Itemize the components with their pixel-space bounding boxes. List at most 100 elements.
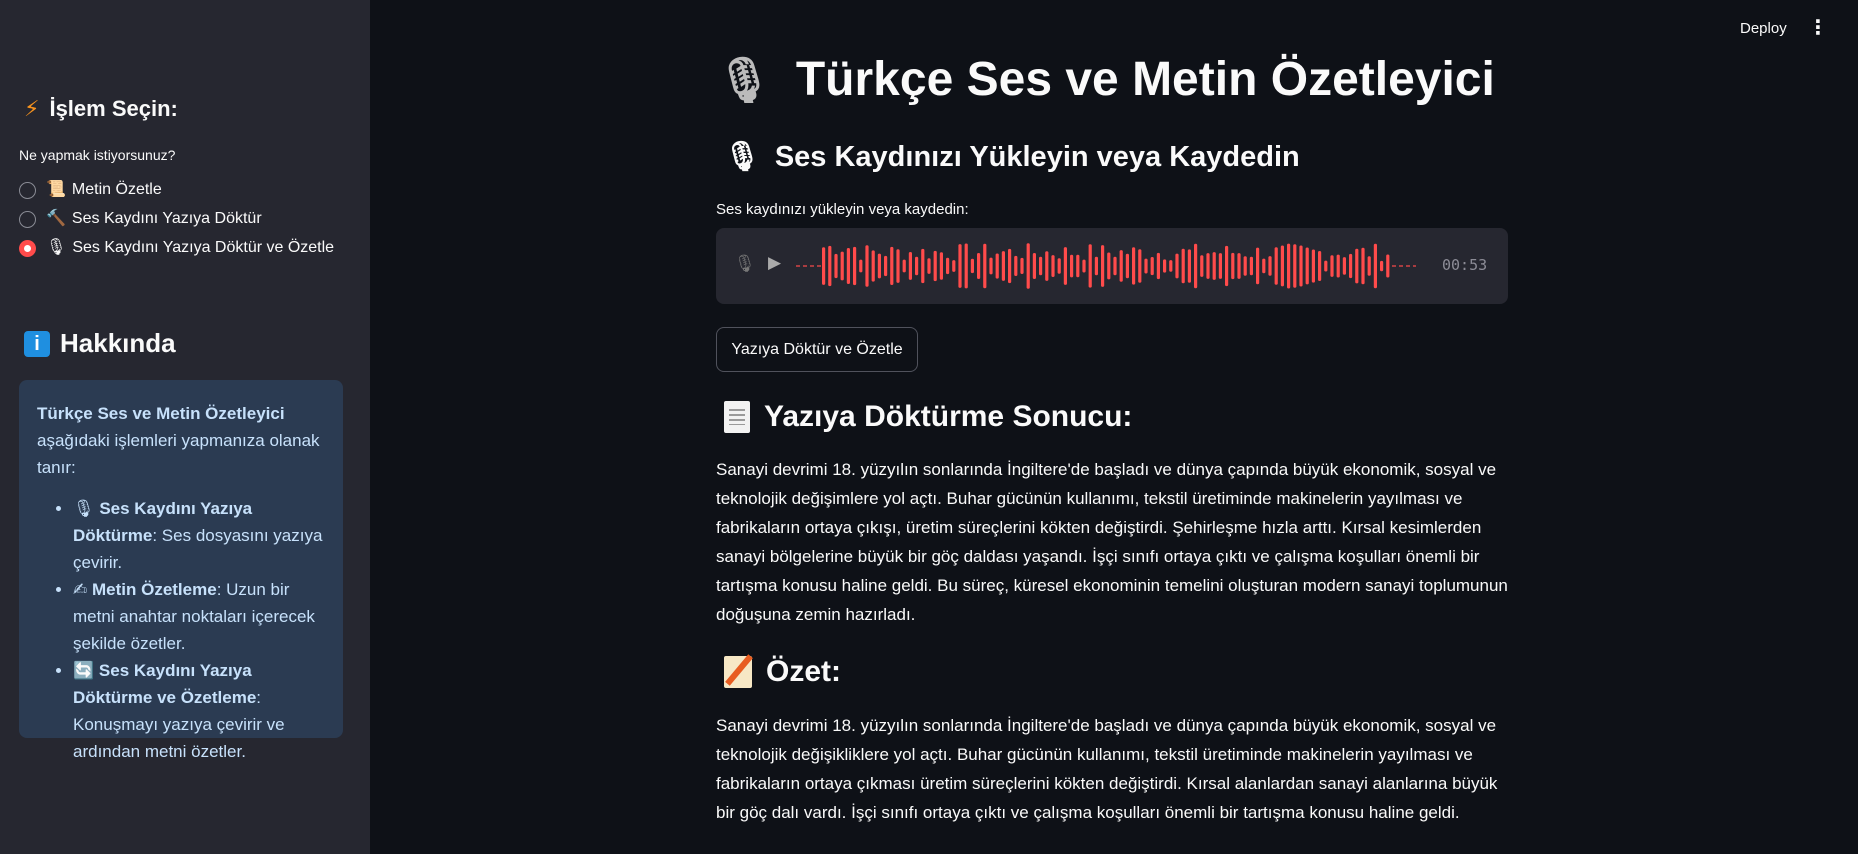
waveform-bar: [1032, 253, 1036, 279]
waveform-bar: [1336, 254, 1340, 278]
radio-question: Ne yapmak istiyorsunuz?: [19, 147, 176, 163]
list-item: ✍ Metin Özetleme: Uzun bir metni anahtar…: [73, 576, 325, 657]
waveform-bar: [946, 257, 950, 275]
waveform-bar: [1231, 252, 1235, 280]
waveform-bar: [1163, 259, 1167, 273]
microphone-icon: 🎙: [73, 499, 95, 518]
summary-header: Özet:: [724, 655, 841, 689]
waveform-bar: [853, 246, 857, 286]
waveform-bar: [1200, 255, 1204, 277]
waveform-dash: [1406, 265, 1410, 267]
radio-option-label: 🎙 Ses Kaydını Yazıya Döktür ve Özetle: [46, 239, 335, 256]
audio-recorder[interactable]: 🎙 ▶ 00:53: [716, 228, 1508, 304]
waveform-bar: [1206, 253, 1210, 279]
radio-option-summarize-text[interactable]: 📜 Metin Özetle: [19, 176, 339, 204]
waveform-bar: [1138, 249, 1142, 283]
operation-header: ⚡ İşlem Seçin:: [24, 96, 178, 122]
waveform-bar: [921, 248, 925, 284]
waveform-bar: [908, 252, 912, 280]
waveform-bar: [1020, 257, 1024, 274]
audio-waveform[interactable]: [796, 236, 1416, 296]
waveform-bar: [1008, 248, 1012, 284]
waveform-bar: [1373, 243, 1377, 289]
waveform-bar: [1355, 248, 1359, 284]
deploy-button[interactable]: Deploy: [1740, 20, 1787, 37]
radio-option-transcribe-and-summarize[interactable]: 🎙 Ses Kaydını Yazıya Döktür ve Özetle: [19, 234, 339, 262]
waveform-bar: [840, 251, 844, 281]
waveform-bar: [1268, 256, 1272, 276]
waveform-bar: [1287, 243, 1291, 289]
waveform-bar: [1380, 260, 1384, 272]
summary-text: Sanayi devrimi 18. yüzyılın sonlarında İ…: [716, 716, 1498, 822]
radio-option-label: 📜 Metin Özetle: [46, 181, 162, 198]
waveform-dash: [1399, 265, 1403, 267]
waveform-bar: [1076, 254, 1080, 278]
play-icon[interactable]: ▶: [768, 253, 781, 273]
document-icon: [724, 401, 750, 433]
waveform-bar: [983, 243, 987, 289]
upload-label: Ses kaydınızı yükleyin veya kaydedin:: [716, 201, 969, 218]
transcript-header: Yazıya Döktürme Sonucu:: [724, 400, 1132, 434]
waveform-bar: [1094, 256, 1098, 276]
waveform-dash: [1392, 265, 1396, 267]
waveform-bar: [915, 256, 919, 276]
waveform-bar: [1256, 247, 1260, 285]
memo-icon: [724, 656, 752, 688]
waveform-bar: [1156, 252, 1160, 280]
about-info-card: Türkçe Ses ve Metin Özetleyici aşağıdaki…: [19, 380, 343, 761]
feature-list: 🎙 Ses Kaydını Yazıya Döktürme: Ses dosya…: [37, 495, 325, 765]
waveform-bar: [1187, 249, 1191, 283]
waveform-bar: [1311, 249, 1315, 283]
kebab-menu-icon[interactable]: ⋮: [1808, 16, 1828, 40]
page-title-label: Türkçe Ses ve Metin Özetleyici: [795, 53, 1495, 106]
hammer-icon: 🔨: [46, 210, 66, 227]
waveform-bar: [1361, 247, 1365, 285]
waveform-bar: [1330, 255, 1334, 277]
waveform-bar: [1324, 260, 1328, 272]
list-item: 🔄 Ses Kaydını Yazıya Döktürme ve Özetlem…: [73, 657, 325, 765]
waveform-bar: [1113, 256, 1117, 276]
record-microphone-icon[interactable]: 🎙: [734, 254, 756, 274]
scroll-icon: 📜: [46, 181, 66, 198]
waveform-bar: [933, 250, 937, 282]
waveform-dash: [803, 265, 807, 267]
waveform-bar: [822, 247, 826, 285]
sidebar: ⚡ İşlem Seçin: Ne yapmak istiyorsunuz? 📜…: [0, 0, 370, 854]
waveform-dash: [810, 265, 814, 267]
waveform-bar: [1225, 245, 1229, 287]
radio-option-transcribe[interactable]: 🔨 Ses Kaydını Yazıya Döktür: [19, 205, 339, 233]
microphone-icon: 🎙: [46, 239, 67, 256]
waveform-bar: [1039, 256, 1043, 276]
waveform-bar: [1367, 256, 1371, 276]
microphone-icon: 🎙: [724, 141, 761, 173]
waveform-bar: [995, 253, 999, 279]
waveform-bar: [1181, 248, 1185, 284]
operation-radio-group: 📜 Metin Özetle 🔨 Ses Kaydını Yazıya Döktür…: [19, 176, 339, 263]
about-header: i Hakkında: [24, 328, 176, 359]
radio-button[interactable]: [19, 211, 36, 228]
upload-section-label: Ses Kaydınızı Yükleyin veya Kaydedin: [774, 140, 1300, 173]
waveform-bar: [1051, 255, 1055, 277]
waveform-bar: [1262, 258, 1266, 274]
waveform-bar: [989, 257, 993, 275]
waveform-bar: [1169, 260, 1173, 272]
waveform-bar: [877, 253, 881, 279]
waveform-bar: [1088, 244, 1092, 288]
waveform-bar: [1101, 245, 1105, 287]
waveform-bar: [871, 250, 875, 282]
transcript-text: Sanayi devrimi 18. yüzyılın sonlarında İ…: [716, 460, 1508, 624]
waveform-bar: [1001, 251, 1005, 281]
transcribe-and-summarize-button[interactable]: Yazıya Döktür ve Özetle: [716, 327, 918, 372]
waveform-bar: [1386, 254, 1390, 278]
transcript-header-label: Yazıya Döktürme Sonucu:: [764, 400, 1133, 433]
radio-option-label: 🔨 Ses Kaydını Yazıya Döktür: [46, 210, 262, 227]
app-name: Türkçe Ses ve Metin Özetleyici: [37, 404, 285, 423]
waveform-dash: [796, 265, 800, 267]
waveform-bar: [1212, 252, 1216, 280]
radio-button-selected[interactable]: [19, 240, 36, 257]
radio-button[interactable]: [19, 182, 36, 199]
waveform-bar: [1045, 251, 1049, 281]
waveform-bar: [927, 258, 931, 274]
waveform-bar: [1063, 247, 1067, 285]
waveform-bar: [834, 253, 838, 279]
